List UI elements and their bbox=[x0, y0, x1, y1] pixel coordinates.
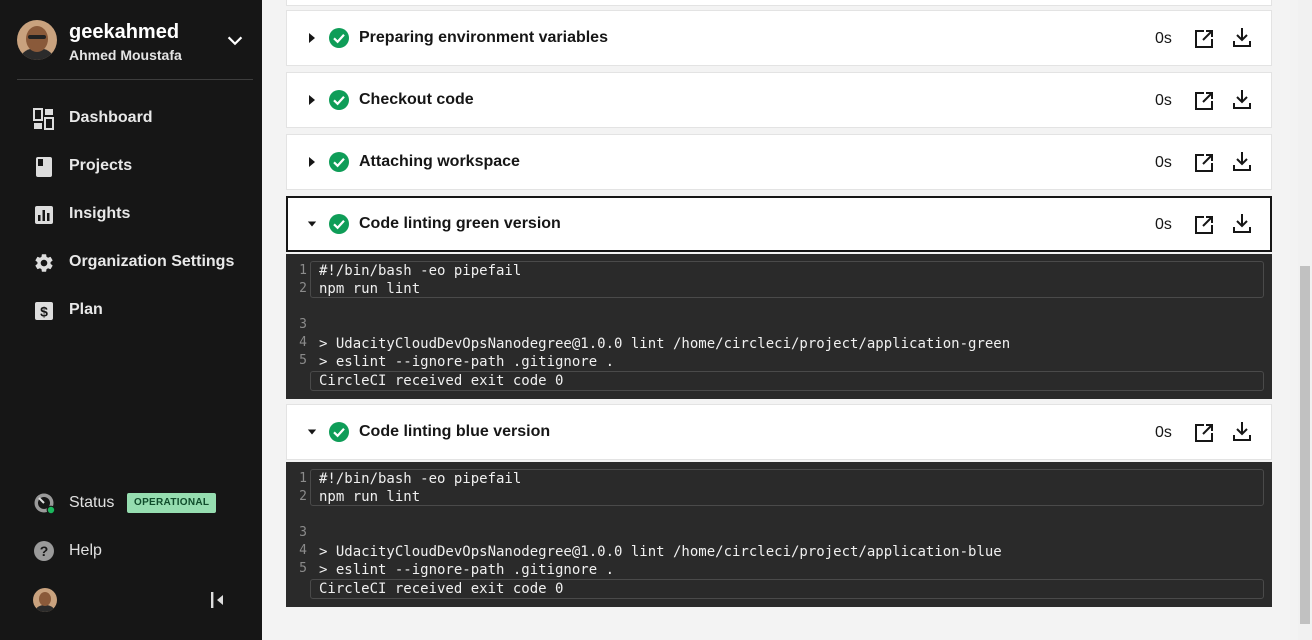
step-duration: 0s bbox=[1155, 30, 1172, 47]
caret-right-icon[interactable] bbox=[307, 156, 317, 168]
success-check-icon bbox=[329, 28, 349, 48]
insights-icon bbox=[35, 206, 53, 224]
step-duration: 0s bbox=[1155, 154, 1172, 171]
download-icon[interactable] bbox=[1231, 212, 1253, 234]
status-gauge-icon bbox=[34, 493, 55, 514]
avatar[interactable] bbox=[33, 588, 57, 612]
output-line: > UdacityCloudDevOpsNanodegree@1.0.0 lin… bbox=[319, 336, 1011, 352]
line-number: 3 bbox=[299, 317, 307, 332]
user-full-name: Ahmed Moustafa bbox=[69, 47, 182, 63]
open-external-icon[interactable] bbox=[1193, 28, 1215, 50]
sidebar-item-projects[interactable]: Projects bbox=[33, 154, 248, 182]
output-line: #!/bin/bash -eo pipefail bbox=[319, 263, 522, 279]
username: geekahmed bbox=[69, 21, 180, 43]
scrollbar-thumb[interactable] bbox=[1300, 266, 1310, 624]
step-row[interactable]: Checkout code 0s bbox=[286, 72, 1272, 128]
step-title: Code linting green version bbox=[359, 215, 561, 232]
step-output-terminal[interactable]: 1 #!/bin/bash -eo pipefail 2 npm run lin… bbox=[286, 462, 1272, 607]
line-number: 5 bbox=[299, 353, 307, 368]
projects-icon bbox=[36, 157, 52, 177]
caret-right-icon[interactable] bbox=[307, 94, 317, 106]
sidebar-item-plan[interactable]: $ Plan bbox=[33, 298, 248, 326]
help-label: Help bbox=[69, 542, 102, 559]
sidebar-item-organization-settings[interactable]: Organization Settings bbox=[33, 250, 248, 278]
download-icon[interactable] bbox=[1231, 150, 1253, 172]
output-line: #!/bin/bash -eo pipefail bbox=[319, 471, 522, 487]
step-row[interactable]: Code linting blue version 0s bbox=[286, 404, 1272, 460]
step-duration: 0s bbox=[1155, 216, 1172, 233]
plan-icon: $ bbox=[35, 302, 53, 320]
help-icon: ? bbox=[34, 541, 54, 561]
output-line: > eslint --ignore-path .gitignore . bbox=[319, 354, 615, 370]
collapse-sidebar-icon[interactable] bbox=[206, 589, 228, 611]
open-external-icon[interactable] bbox=[1193, 422, 1215, 444]
open-external-icon[interactable] bbox=[1193, 214, 1215, 236]
status-badge: OPERATIONAL bbox=[127, 493, 217, 513]
sidebar-item-status[interactable]: Status OPERATIONAL bbox=[33, 490, 233, 518]
output-line: npm run lint bbox=[319, 489, 421, 505]
line-number: 4 bbox=[299, 543, 307, 558]
avatar bbox=[17, 20, 57, 60]
exit-code-message: CircleCI received exit code 0 bbox=[319, 373, 564, 389]
sidebar-item-label: Dashboard bbox=[69, 109, 153, 126]
output-line: > eslint --ignore-path .gitignore . bbox=[319, 562, 615, 578]
sidebar-item-label: Insights bbox=[69, 205, 131, 222]
caret-down-icon[interactable] bbox=[307, 218, 317, 230]
svg-text:$: $ bbox=[40, 304, 48, 320]
gear-icon bbox=[35, 254, 53, 272]
step-output-terminal[interactable]: 1 #!/bin/bash -eo pipefail 2 npm run lin… bbox=[286, 254, 1272, 399]
sidebar-item-label: Projects bbox=[69, 157, 133, 174]
step-title: Preparing environment variables bbox=[359, 29, 608, 46]
step-title: Checkout code bbox=[359, 91, 474, 108]
sidebar-item-label: Plan bbox=[69, 301, 103, 318]
download-icon[interactable] bbox=[1231, 420, 1253, 442]
step-duration: 0s bbox=[1155, 92, 1172, 109]
sidebar-item-label: Organization Settings bbox=[69, 253, 235, 270]
output-line: npm run lint bbox=[319, 281, 421, 297]
sidebar-item-help[interactable]: ? Help bbox=[33, 538, 233, 566]
line-number: 5 bbox=[299, 561, 307, 576]
line-number: 1 bbox=[299, 471, 307, 486]
dashboard-icon bbox=[33, 108, 54, 130]
caret-down-icon[interactable] bbox=[307, 426, 317, 438]
step-title: Attaching workspace bbox=[359, 153, 520, 170]
sidebar-divider bbox=[17, 79, 253, 80]
step-title: Code linting blue version bbox=[359, 423, 551, 440]
step-previous-edge bbox=[286, 0, 1272, 6]
open-external-icon[interactable] bbox=[1193, 90, 1215, 112]
output-line: > UdacityCloudDevOpsNanodegree@1.0.0 lin… bbox=[319, 544, 1002, 560]
success-check-icon bbox=[329, 90, 349, 110]
open-external-icon[interactable] bbox=[1193, 152, 1215, 174]
exit-code-message: CircleCI received exit code 0 bbox=[319, 581, 564, 597]
step-row[interactable]: Preparing environment variables 0s bbox=[286, 10, 1272, 66]
chevron-down-icon[interactable] bbox=[224, 30, 246, 52]
success-check-icon bbox=[329, 152, 349, 172]
line-number: 4 bbox=[299, 335, 307, 350]
step-row[interactable]: Attaching workspace 0s bbox=[286, 134, 1272, 190]
success-check-icon bbox=[329, 214, 349, 234]
svg-text:?: ? bbox=[40, 543, 49, 559]
line-number: 3 bbox=[299, 525, 307, 540]
line-number: 1 bbox=[299, 263, 307, 278]
line-number: 2 bbox=[299, 281, 307, 296]
step-duration: 0s bbox=[1155, 424, 1172, 441]
sidebar-item-insights[interactable]: Insights bbox=[33, 202, 248, 230]
success-check-icon bbox=[329, 422, 349, 442]
user-profile-menu[interactable]: geekahmed Ahmed Moustafa bbox=[17, 20, 257, 64]
caret-right-icon[interactable] bbox=[307, 32, 317, 44]
sidebar: geekahmed Ahmed Moustafa Dashboard Proje… bbox=[0, 0, 262, 640]
download-icon[interactable] bbox=[1231, 26, 1253, 48]
step-row-active[interactable]: Code linting green version 0s bbox=[286, 196, 1272, 252]
download-icon[interactable] bbox=[1231, 88, 1253, 110]
sidebar-item-dashboard[interactable]: Dashboard bbox=[33, 106, 248, 134]
status-label: Status bbox=[69, 494, 115, 511]
line-number: 2 bbox=[299, 489, 307, 504]
